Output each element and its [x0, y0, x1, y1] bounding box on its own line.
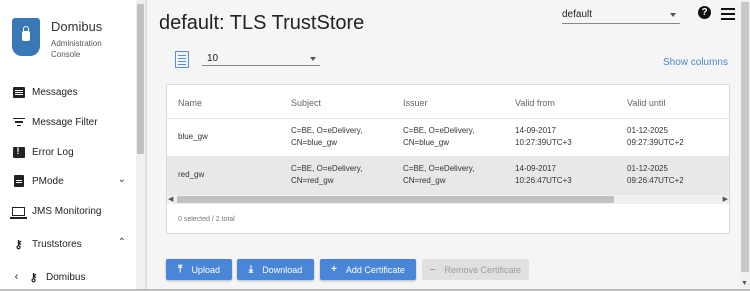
upload-button-label: Upload	[191, 264, 220, 275]
key-icon: ⚷	[14, 238, 23, 251]
sidebar-item-label: Error Log	[32, 146, 74, 158]
sidebar-scrollbar-thumb[interactable]	[137, 4, 144, 154]
cell-line: C=BE, O=eDelivery,	[291, 164, 363, 173]
selection-count: 0 selected / 2 total	[178, 216, 235, 223]
cell-subject: C=BE, O=eDelivery, CN=blue_gw	[291, 125, 362, 149]
cell-issuer: C=BE, O=eDelivery, CN=red_gw	[403, 163, 474, 187]
document-icon	[12, 175, 25, 187]
cell-name: blue_gw	[178, 132, 208, 141]
column-header-valid-until[interactable]: Valid until	[627, 98, 665, 108]
sidebar-item-label: Messages	[32, 86, 78, 98]
filter-icon	[12, 116, 25, 128]
menu-icon[interactable]	[721, 8, 735, 20]
sidebar-item-message-filter[interactable]: Message Filter	[0, 109, 136, 135]
upload-button[interactable]: ⤒ Upload	[166, 259, 232, 280]
help-icon[interactable]: ?	[698, 6, 711, 19]
sidebar-item-label: JMS Monitoring	[32, 205, 102, 217]
sidebar-item-label: Truststores	[32, 238, 82, 250]
upload-icon: ⤒	[178, 264, 183, 275]
table-scrollbar-thumb[interactable]	[177, 196, 614, 203]
cell-issuer: C=BE, O=eDelivery, CN=blue_gw	[403, 125, 474, 149]
cell-line: C=BE, O=eDelivery,	[403, 164, 475, 173]
sidebar-item-truststores[interactable]: ⚷ Truststores ⌃	[0, 231, 136, 257]
plus-icon: +	[331, 264, 337, 275]
download-button[interactable]: ⤓ Download	[237, 259, 314, 280]
cell-line: CN=red_gw	[291, 176, 334, 185]
key-icon: ⚷	[29, 271, 38, 284]
cell-valid-from: 14-09-2017 10:26:47UTC+3	[515, 163, 572, 187]
cell-line: CN=blue_gw	[403, 138, 450, 147]
table-horizontal-scrollbar[interactable]: ◀ ▶	[167, 195, 729, 204]
page-size-icon	[175, 51, 189, 68]
brand-title: Domibus	[51, 19, 103, 34]
add-certificate-button[interactable]: + Add Certificate	[320, 259, 416, 280]
cell-line: C=BE, O=eDelivery,	[291, 126, 363, 135]
brand-subtitle: Administration Console	[51, 39, 102, 59]
table-row[interactable]: red_gw C=BE, O=eDelivery, CN=red_gw C=BE…	[167, 157, 729, 195]
cell-line: CN=blue_gw	[291, 138, 338, 147]
sidebar-item-label: Message Filter	[32, 116, 98, 128]
cell-line: 01-12-2025	[627, 126, 668, 135]
sidebar-item-error-log[interactable]: Error Log	[0, 139, 136, 165]
cell-line: 14-09-2017	[515, 126, 556, 135]
sidebar-item-label: Domibus	[46, 271, 86, 283]
chevron-left-icon[interactable]: ‹	[10, 271, 23, 283]
column-header-name[interactable]: Name	[178, 98, 202, 108]
domain-select-value: default	[562, 9, 593, 20]
page-size-value: 10	[207, 53, 219, 64]
cell-line: 01-12-2025	[627, 164, 668, 173]
truststore-table: Name Subject Issuer Valid from Valid unt…	[166, 84, 730, 234]
column-header-issuer[interactable]: Issuer	[403, 98, 428, 108]
cell-line: 14-09-2017	[515, 164, 556, 173]
brand[interactable]: Domibus Administration Console	[12, 18, 132, 62]
column-header-valid-from[interactable]: Valid from	[515, 98, 555, 108]
table-row[interactable]: blue_gw C=BE, O=eDelivery, CN=blue_gw C=…	[167, 119, 729, 157]
laptop-icon	[10, 205, 27, 219]
domibus-logo-icon	[12, 18, 40, 56]
download-icon: ⤓	[248, 264, 254, 275]
cell-line: 09:27:39UTC+2	[627, 138, 684, 147]
table-toolbar: 10 Show columns	[166, 42, 732, 78]
domain-select[interactable]: default	[562, 6, 680, 24]
minus-icon: –	[429, 264, 436, 275]
cell-valid-until: 01-12-2025 09:26:47UTC+2	[627, 163, 684, 187]
scroll-right-icon[interactable]: ▶	[723, 195, 728, 204]
scroll-left-icon[interactable]: ◀	[168, 195, 173, 204]
download-button-label: Download	[262, 264, 303, 275]
error-icon	[12, 146, 25, 158]
scroll-down-icon[interactable]: ▼	[741, 280, 748, 287]
dropdown-arrow-icon	[310, 57, 316, 61]
sidebar-item-pmode[interactable]: PMode ⌄	[0, 168, 136, 194]
remove-certificate-button-label: Remove Certificate	[444, 264, 522, 275]
cell-valid-until: 01-12-2025 09:27:39UTC+2	[627, 125, 684, 149]
main-content: default: TLS TrustStore default ? 10 Sho…	[147, 0, 750, 289]
sidebar-item-domibus-truststore[interactable]: ‹ ⚷ Domibus	[0, 264, 136, 289]
cell-line: CN=red_gw	[403, 176, 446, 185]
chevron-up-icon: ⌃	[117, 237, 126, 248]
page-title: default: TLS TrustStore	[159, 12, 365, 34]
chevron-down-icon: ⌄	[117, 174, 126, 185]
add-certificate-button-label: Add Certificate	[345, 264, 405, 275]
message-icon	[12, 86, 25, 98]
cell-valid-from: 14-09-2017 10:27:39UTC+3	[515, 125, 572, 149]
cell-subject: C=BE, O=eDelivery, CN=red_gw	[291, 163, 362, 187]
table-header: Name Subject Issuer Valid from Valid unt…	[167, 85, 729, 119]
dropdown-arrow-icon	[670, 13, 676, 17]
sidebar-item-messages[interactable]: Messages	[0, 79, 136, 105]
sidebar-item-jms-monitoring[interactable]: JMS Monitoring	[0, 198, 136, 224]
sidebar-item-label: PMode	[32, 175, 64, 187]
page-size-select[interactable]: 10	[202, 48, 320, 66]
cell-name: red_gw	[178, 170, 205, 179]
remove-certificate-button[interactable]: – Remove Certificate	[422, 259, 529, 280]
cell-line: 10:27:39UTC+3	[515, 138, 572, 147]
cell-line: 09:26:47UTC+2	[627, 176, 684, 185]
sidebar: Domibus Administration Console Messages …	[0, 0, 146, 289]
column-header-subject[interactable]: Subject	[291, 98, 321, 108]
page-scrollbar-thumb[interactable]	[741, 2, 749, 272]
cell-line: 10:26:47UTC+3	[515, 176, 572, 185]
cell-line: C=BE, O=eDelivery,	[403, 126, 475, 135]
show-columns-link[interactable]: Show columns	[663, 57, 728, 68]
